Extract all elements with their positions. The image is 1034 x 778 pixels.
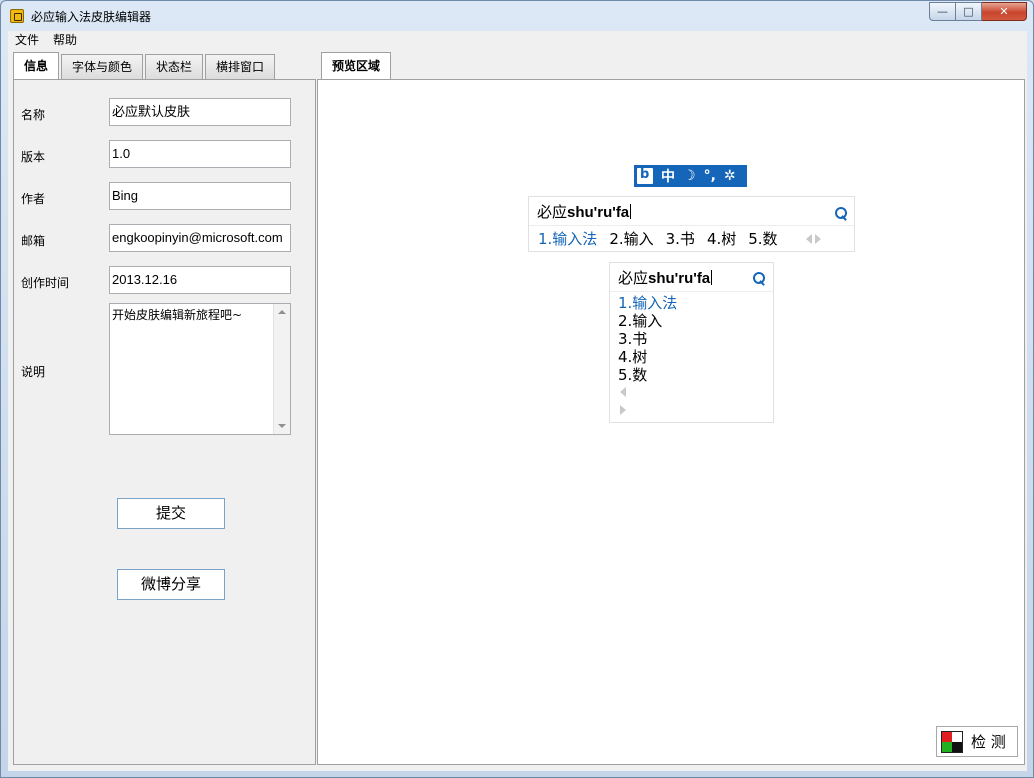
app-logo-icon bbox=[10, 9, 24, 23]
chinese-mode-icon: 中 bbox=[661, 169, 675, 185]
text-caret bbox=[630, 204, 632, 219]
info-panel: 名称 必应默认皮肤 版本 1.0 作者 Bing 邮箱 engkoopinyin… bbox=[13, 79, 316, 765]
weibo-share-button[interactable]: 微博分享 bbox=[117, 569, 225, 600]
author-input[interactable]: Bing bbox=[109, 182, 291, 210]
bing-logo-icon bbox=[637, 167, 653, 184]
page-arrows bbox=[806, 234, 821, 244]
candidate-item[interactable]: 4.树 bbox=[707, 228, 736, 249]
description-text: 开始皮肤编辑新旅程吧~ bbox=[112, 308, 243, 322]
minimize-button[interactable]: — bbox=[929, 2, 956, 21]
candidate-item[interactable]: 2.输入 bbox=[618, 312, 677, 330]
candidate-list: 1.输入法 2.输入 3.书 4.树 5.数 bbox=[618, 294, 677, 384]
detect-label: 检 测 bbox=[971, 733, 1006, 751]
candidate-item[interactable]: 5.数 bbox=[748, 228, 777, 249]
email-input[interactable]: engkoopinyin@microsoft.com bbox=[109, 224, 291, 252]
description-scrollbar[interactable] bbox=[273, 304, 290, 434]
composition-text: 必应shu'ru'fa bbox=[618, 267, 713, 288]
color-grid-icon bbox=[941, 730, 963, 753]
description-textarea[interactable]: 开始皮肤编辑新旅程吧~ bbox=[109, 303, 291, 435]
prev-page-icon[interactable] bbox=[806, 234, 812, 244]
candidate-item[interactable]: 2.输入 bbox=[609, 228, 653, 249]
search-icon[interactable] bbox=[835, 207, 848, 220]
search-icon[interactable] bbox=[753, 272, 766, 285]
maximize-button[interactable]: □ bbox=[956, 2, 982, 21]
menu-help[interactable]: 帮助 bbox=[46, 31, 84, 50]
title-bar[interactable]: 必应输入法皮肤编辑器 — □ ✕ bbox=[1, 1, 1033, 31]
composition-prefix: 必应 bbox=[537, 203, 568, 221]
minimize-icon: — bbox=[937, 5, 948, 18]
close-button[interactable]: ✕ bbox=[982, 2, 1027, 21]
menu-file[interactable]: 文件 bbox=[8, 31, 46, 50]
name-input[interactable]: 必应默认皮肤 bbox=[109, 98, 291, 126]
tab-status-bar[interactable]: 状态栏 bbox=[145, 54, 204, 79]
tab-horizontal-window[interactable]: 横排窗口 bbox=[205, 54, 276, 79]
name-label: 名称 bbox=[21, 108, 46, 122]
composition-divider bbox=[610, 291, 773, 292]
preview-panel: 中 ☽ °, ✲ 必应shu'ru'fa 1.输入法 2.输入 3.书 4.树 … bbox=[317, 79, 1025, 765]
vertical-candidate-window: 必应shu'ru'fa 1.输入法 2.输入 3.书 4.树 5.数 bbox=[609, 262, 774, 423]
maximize-icon: □ bbox=[963, 5, 974, 18]
window-title: 必应输入法皮肤编辑器 bbox=[31, 10, 152, 24]
prev-page-icon[interactable] bbox=[620, 387, 626, 397]
composition-pinyin: shu'ru'fa bbox=[567, 204, 630, 221]
next-page-icon[interactable] bbox=[815, 234, 821, 244]
version-label: 版本 bbox=[21, 150, 46, 164]
composition-pinyin: shu'ru'fa bbox=[648, 270, 711, 287]
composition-divider bbox=[529, 225, 854, 226]
candidate-item[interactable]: 1.输入法 bbox=[538, 228, 597, 249]
caption-buttons: — □ ✕ bbox=[929, 2, 1027, 21]
left-tab-strip: 信息 字体与颜色 状态栏 横排窗口 bbox=[13, 52, 277, 79]
close-icon: ✕ bbox=[999, 5, 1009, 18]
gear-icon: ✲ bbox=[723, 168, 736, 184]
description-label: 说明 bbox=[21, 365, 46, 379]
moon-icon: ☽ bbox=[683, 168, 696, 184]
composition-text: 必应shu'ru'fa bbox=[537, 201, 632, 222]
candidate-list: 1.输入法 2.输入 3.书 4.树 5.数 bbox=[538, 228, 790, 249]
candidate-item[interactable]: 3.书 bbox=[618, 330, 677, 348]
scroll-down-icon[interactable] bbox=[278, 424, 286, 428]
ime-status-bar[interactable]: 中 ☽ °, ✲ bbox=[634, 165, 747, 187]
tab-font-color[interactable]: 字体与颜色 bbox=[61, 54, 144, 79]
candidate-item[interactable]: 1.输入法 bbox=[618, 294, 677, 312]
created-time-label: 创作时间 bbox=[21, 276, 70, 290]
detect-button[interactable]: 检 测 bbox=[936, 726, 1018, 757]
candidate-item[interactable]: 5.数 bbox=[618, 366, 677, 384]
author-label: 作者 bbox=[21, 192, 46, 206]
text-caret bbox=[711, 270, 713, 285]
right-tab-strip: 预览区域 bbox=[321, 52, 393, 79]
page-arrows bbox=[620, 387, 626, 415]
scroll-up-icon[interactable] bbox=[278, 310, 286, 314]
punctuation-icon: °, bbox=[703, 168, 716, 184]
menu-bar: 文件 帮助 bbox=[8, 31, 1027, 50]
app-window: 必应输入法皮肤编辑器 — □ ✕ 文件 帮助 信息 字体与颜色 状态栏 横排窗口… bbox=[0, 0, 1034, 778]
submit-button[interactable]: 提交 bbox=[117, 498, 225, 529]
tab-info[interactable]: 信息 bbox=[13, 52, 60, 79]
horizontal-candidate-window: 必应shu'ru'fa 1.输入法 2.输入 3.书 4.树 5.数 bbox=[528, 196, 855, 252]
version-input[interactable]: 1.0 bbox=[109, 140, 291, 168]
tab-preview-area[interactable]: 预览区域 bbox=[321, 52, 392, 79]
composition-prefix: 必应 bbox=[618, 269, 649, 287]
next-page-icon[interactable] bbox=[620, 405, 626, 415]
client-area: 信息 字体与颜色 状态栏 横排窗口 预览区域 名称 必应默认皮肤 版本 1.0 … bbox=[8, 50, 1027, 771]
candidate-item[interactable]: 3.书 bbox=[666, 228, 695, 249]
email-label: 邮箱 bbox=[21, 234, 46, 248]
candidate-item[interactable]: 4.树 bbox=[618, 348, 677, 366]
created-time-input[interactable]: 2013.12.16 bbox=[109, 266, 291, 294]
